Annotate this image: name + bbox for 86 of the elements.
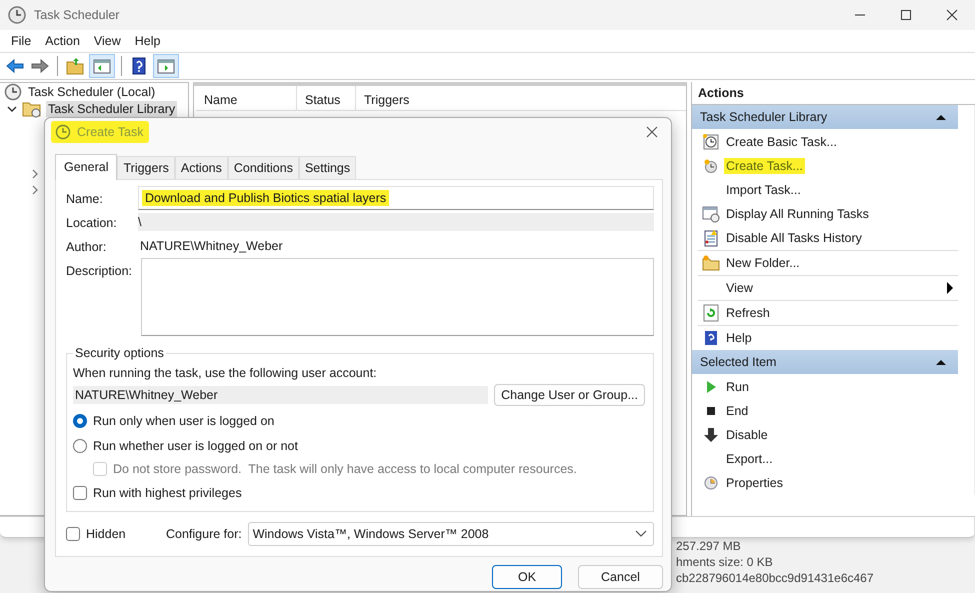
pane-command[interactable]: End: [724, 403, 750, 419]
pane-command[interactable]: New Folder...: [724, 255, 802, 271]
clock-icon: [4, 82, 22, 100]
tab[interactable]: Actions: [174, 156, 228, 179]
clock-icon: [702, 133, 720, 151]
pane-command[interactable]: Create Basic Task...: [724, 134, 839, 150]
clock-icon: [703, 475, 719, 491]
description-field[interactable]: [141, 258, 654, 336]
change-user-button[interactable]: Change User or Group...: [494, 384, 645, 406]
menu-item[interactable]: Action: [38, 32, 87, 50]
collapse-arrow-icon[interactable]: [936, 358, 946, 366]
pane-command[interactable]: Export...: [724, 451, 775, 467]
folder-clock-icon: [22, 100, 42, 118]
collapse-arrow-icon[interactable]: [936, 113, 946, 121]
field-value: NATURE\Whitney_Weber: [139, 239, 283, 253]
column-header[interactable]: Status: [297, 86, 356, 110]
section-title: Task Scheduler Library: [700, 110, 828, 124]
pane-command[interactable]: Refresh: [724, 305, 772, 321]
pane-command[interactable]: Properties: [724, 475, 785, 491]
close-icon[interactable]: [645, 125, 659, 139]
field-label: Description:: [66, 263, 133, 278]
section-title: Selected Item: [700, 355, 776, 369]
field-label: Configure for:: [166, 527, 242, 541]
clock-icon: [55, 124, 71, 140]
pane-command[interactable]: Disable: [724, 427, 770, 443]
read-only-field: NATURE\Whitney_Weber: [73, 386, 488, 404]
section-header[interactable]: Task Scheduler Library: [692, 105, 958, 129]
radio-button[interactable]: [73, 438, 87, 452]
refresh-icon: [702, 304, 720, 322]
checkbox[interactable]: [73, 486, 87, 500]
window-title: Task Scheduler: [34, 8, 120, 22]
option-label: Run only when user is logged on: [93, 414, 274, 428]
read-only-field: \: [138, 213, 654, 231]
clock-icon: [703, 158, 719, 174]
option-label: Hidden: [86, 527, 127, 541]
tab[interactable]: General: [55, 154, 118, 180]
column-header[interactable]: Triggers: [356, 86, 670, 110]
option-label: Run with highest privileges: [93, 486, 242, 500]
folder-icon: [702, 254, 720, 272]
dialog-title: Create Task: [77, 125, 144, 139]
field-label: Name:: [66, 191, 104, 206]
checkbox[interactable]: [66, 527, 80, 541]
clock-icon: [8, 6, 26, 24]
window-clock-icon: [702, 205, 720, 223]
notepad-icon: [702, 229, 720, 247]
pane-command[interactable]: Run: [724, 379, 751, 395]
dropdown[interactable]: Windows Vista™, Windows Server™ 2008: [248, 522, 654, 546]
field-label: Location:: [66, 215, 118, 230]
pane-toggle-icon[interactable]: [153, 54, 179, 78]
dialog-button[interactable]: OK: [492, 565, 562, 589]
down-arrow-icon: [703, 427, 719, 443]
column-header[interactable]: Name: [196, 86, 297, 110]
background-text: 257.297 MB: [676, 538, 742, 554]
tab[interactable]: Triggers: [117, 156, 175, 179]
menu-item[interactable]: View: [86, 32, 128, 50]
background-text: cb228796014e80bcc9d91431e6c467: [676, 570, 874, 586]
tree-item[interactable]: Task Scheduler (Local): [26, 84, 158, 100]
input-field[interactable]: Download and Publish Biotics spatial layers: [138, 186, 654, 210]
play-icon: [704, 380, 718, 394]
tab[interactable]: Conditions: [228, 156, 299, 179]
folder-icon[interactable]: [64, 55, 86, 77]
background-text: hments size: 0 KB: [676, 554, 774, 570]
menu-item[interactable]: Help: [128, 32, 168, 50]
submenu-arrow-icon: [946, 282, 954, 294]
radio-button[interactable]: [73, 414, 87, 428]
pane-command[interactable]: Disable All Tasks History: [724, 230, 864, 246]
option-label: Run whether user is logged on or not: [93, 438, 298, 452]
field-value: Download and Publish Biotics spatial layers: [142, 190, 390, 206]
pane-command[interactable]: Display All Running Tasks: [724, 206, 871, 222]
pane-command[interactable]: View: [724, 280, 755, 296]
pane-command[interactable]: Import Task...: [724, 182, 803, 198]
option-label: Do not store password. The task will only have access to local computer resources.: [113, 462, 577, 476]
help-icon: [703, 330, 719, 346]
tab[interactable]: Settings: [298, 156, 356, 179]
pane-command[interactable]: Create Task...: [724, 158, 805, 174]
dialog-button[interactable]: Cancel: [578, 565, 663, 589]
pane-toggle-icon[interactable]: [89, 54, 115, 78]
chevron-icon: [635, 530, 647, 538]
prompt-text: When running the task, use the following user account:: [73, 366, 378, 380]
group-title: Security options: [74, 346, 165, 360]
stop-icon: [704, 404, 718, 418]
menu-item[interactable]: File: [4, 32, 38, 50]
tree-item[interactable]: Task Scheduler Library: [46, 100, 178, 116]
pane-command[interactable]: Help: [724, 330, 754, 346]
field-label: Author:: [66, 239, 108, 254]
section-header[interactable]: Selected Item: [692, 350, 958, 374]
